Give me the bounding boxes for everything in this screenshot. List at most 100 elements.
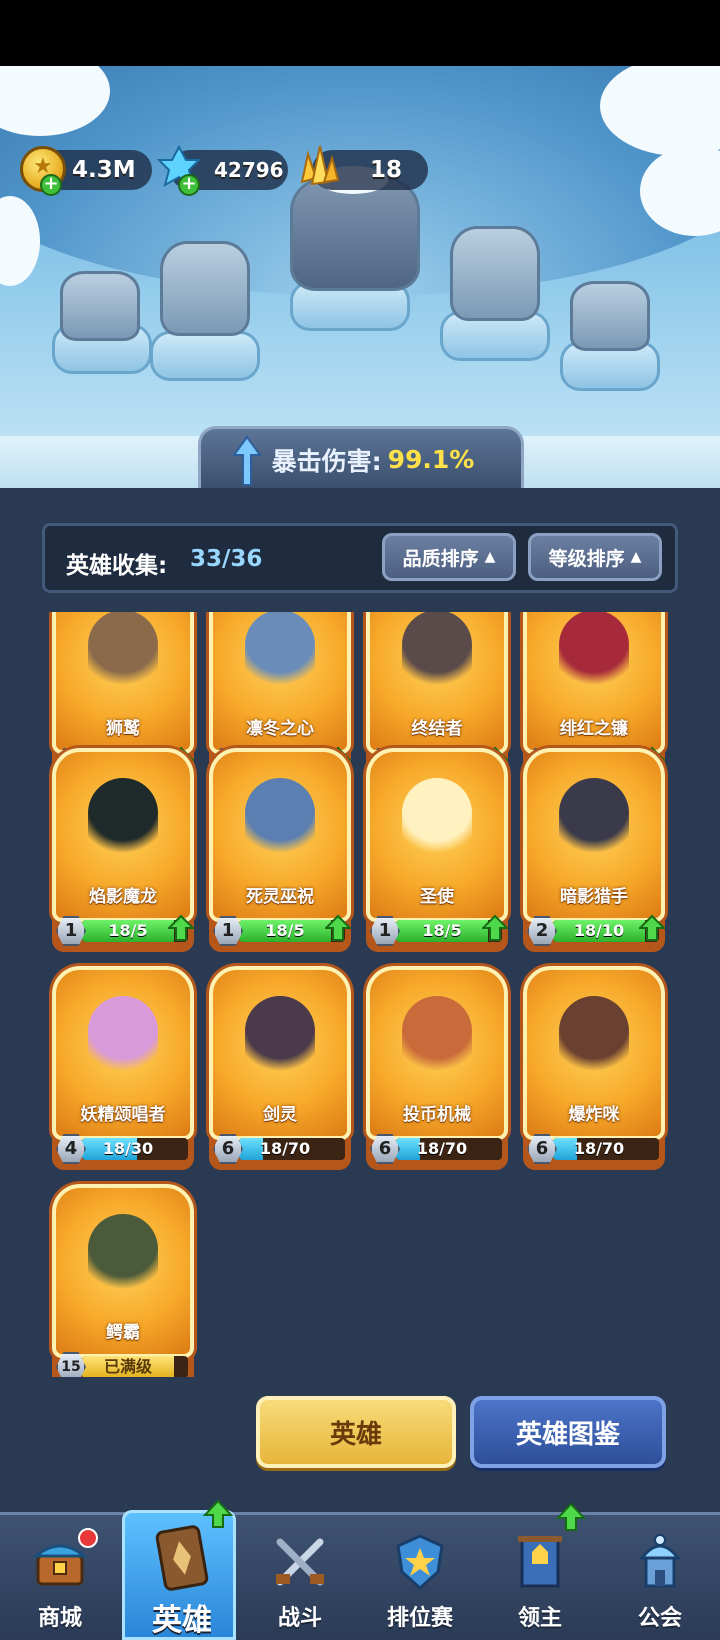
hero-name: 妖精颂唱者 — [80, 1105, 166, 1125]
status-bar-area — [0, 0, 720, 66]
statue — [570, 281, 650, 351]
hero-portrait — [88, 778, 158, 858]
hero-card[interactable]: 暗影猎手 18/10 2 — [523, 748, 665, 952]
nav-heroes-label: 英雄 — [152, 1603, 212, 1638]
add-gold-icon[interactable]: + — [40, 174, 62, 196]
progress-text: 18/5 — [422, 921, 462, 940]
hero-tab-label: 英雄 — [329, 1419, 382, 1450]
hero-shard-progress: 18/70 — [553, 1138, 659, 1160]
upgrade-arrow-icon — [556, 1502, 586, 1531]
nav-ranked[interactable]: 排位赛 — [360, 1512, 480, 1640]
nav-guild[interactable]: 公会 — [600, 1512, 720, 1640]
hero-portrait — [402, 612, 472, 690]
hero-name: 剑灵 — [263, 1105, 297, 1125]
collection-label: 英雄收集: — [66, 553, 168, 579]
crit-damage-banner: 暴击伤害: 99.1% — [198, 426, 524, 490]
nav-shop-label: 商城 — [37, 1606, 82, 1631]
hero-name: 狮鹫 — [106, 719, 140, 739]
progress-text: 18/30 — [102, 1139, 154, 1158]
hero-shard-progress: 18/70 — [396, 1138, 502, 1160]
nav-lord-label: 领主 — [517, 1606, 562, 1631]
gold-value: 4.3M — [72, 157, 136, 183]
guild-tower-icon — [638, 1534, 682, 1588]
hero-name: 凛冬之心 — [246, 719, 314, 739]
nav-shop[interactable]: 商城 — [0, 1512, 120, 1640]
progress-text: 18/70 — [259, 1139, 311, 1158]
nav-ranked-label: 排位赛 — [386, 1606, 453, 1631]
nav-battle-label: 战斗 — [277, 1606, 322, 1631]
hero-portrait — [245, 778, 315, 858]
upgrade-arrow-icon — [168, 914, 194, 941]
banner-icon — [518, 1536, 562, 1588]
hero-portrait — [402, 778, 472, 858]
collection-count: 33/36 — [190, 546, 263, 572]
gem-value: 42796 — [214, 158, 284, 182]
nav-guild-label: 公会 — [637, 1606, 682, 1631]
hero-atlas-button[interactable]: 英雄图鉴 — [470, 1396, 666, 1468]
statue — [60, 271, 140, 341]
hero-name: 终结者 — [411, 719, 463, 739]
sort-up-icon: ▲ — [630, 549, 642, 565]
crit-label: 暴击伤害: — [271, 446, 382, 476]
sort-by-quality-button[interactable]: 品质排序 ▲ — [382, 533, 516, 581]
progress-text: 18/5 — [265, 921, 305, 940]
hero-name: 绯红之镰 — [560, 719, 628, 739]
hero-card[interactable]: 妖精颂唱者 18/30 4 — [52, 966, 194, 1170]
hero-portrait — [559, 996, 629, 1076]
gold-crystal-icon — [300, 145, 340, 186]
upgrade-arrow-icon — [482, 914, 508, 941]
hero-card[interactable]: 爆炸咪 18/70 6 — [523, 966, 665, 1170]
hero-name: 死灵巫祝 — [246, 887, 314, 907]
hero-shard-progress: 18/70 — [239, 1138, 345, 1160]
hero-card[interactable]: 鳄霸 已满级 15 — [52, 1184, 194, 1377]
hero-portrait — [559, 778, 629, 858]
sort-quality-label: 品质排序 — [402, 547, 479, 570]
add-gem-icon[interactable]: + — [178, 174, 200, 196]
sort-level-label: 等级排序 — [548, 547, 625, 570]
notification-dot — [78, 1528, 98, 1548]
hero-grid: 狮鹫18/51凛冬之心18/51终结者18/51绯红之镰18/51焰影魔龙18/… — [0, 612, 720, 1377]
sort-by-level-button[interactable]: 等级排序 ▲ — [528, 533, 662, 581]
hero-portrait — [88, 1214, 158, 1294]
hero-name: 鳄霸 — [106, 1323, 140, 1343]
crystal-value: 18 — [370, 157, 403, 183]
statue — [160, 241, 250, 336]
hero-card[interactable]: 剑灵 18/70 6 — [209, 966, 351, 1170]
crit-value: 99.1% — [387, 445, 475, 474]
nav-heroes[interactable]: 英雄 — [122, 1499, 236, 1640]
hero-portrait — [245, 996, 315, 1076]
progress-text: 18/5 — [108, 921, 148, 940]
sort-up-icon: ▲ — [484, 549, 496, 565]
hero-name: 暗影猎手 — [560, 887, 628, 907]
progress-text: 18/10 — [573, 921, 625, 940]
hero-name: 爆炸咪 — [568, 1105, 620, 1125]
arrow-up-icon — [233, 435, 261, 486]
hero-card[interactable]: 焰影魔龙 18/5 1 — [52, 748, 194, 952]
hero-shard-progress: 已满级 — [82, 1356, 188, 1377]
hero-portrait — [88, 612, 158, 690]
hero-card[interactable]: 投币机械 18/70 6 — [366, 966, 508, 1170]
nav-lord[interactable]: 领主 — [480, 1502, 600, 1640]
progress-text: 18/70 — [573, 1139, 625, 1158]
hero-card[interactable]: 死灵巫祝 18/5 1 — [209, 748, 351, 952]
statue — [450, 226, 540, 321]
hero-atlas-label: 英雄图鉴 — [515, 1419, 620, 1450]
ranked-shield-icon — [396, 1534, 444, 1591]
upgrade-arrow-icon — [639, 914, 665, 941]
hero-card[interactable]: 圣使 18/5 1 — [366, 748, 508, 952]
upgrade-arrow-icon — [203, 1499, 233, 1528]
hero-portrait — [402, 996, 472, 1076]
hero-portrait — [88, 996, 158, 1076]
nav-battle[interactable]: 战斗 — [240, 1512, 360, 1640]
statue-pedestal — [150, 331, 260, 381]
crossed-swords-icon — [276, 1538, 324, 1586]
hero-name: 圣使 — [420, 887, 454, 907]
progress-text: 已满级 — [103, 1357, 152, 1376]
upgrade-arrow-icon — [325, 914, 351, 941]
hero-name: 焰影魔龙 — [89, 887, 157, 907]
hero-tab-button[interactable]: 英雄 — [256, 1396, 456, 1468]
hero-portrait — [559, 612, 629, 690]
progress-text: 18/70 — [416, 1139, 468, 1158]
hero-name: 投币机械 — [403, 1105, 471, 1125]
hero-card-icon — [155, 1525, 209, 1591]
